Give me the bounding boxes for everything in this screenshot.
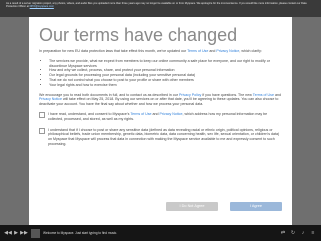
player-controls-right: ⇄ ↻ ♪ ≡ <box>279 229 317 237</box>
consent-terms-checkbox[interactable] <box>39 111 45 118</box>
changes-list: The services we provide, what we expect … <box>49 59 282 88</box>
shuffle-icon[interactable]: ⇄ <box>279 229 287 237</box>
volume-icon[interactable]: ♪ <box>299 229 307 237</box>
list-item: Your legal rights and how to exercise th… <box>49 83 282 88</box>
details-paragraph: We encourage you to read both documents … <box>39 92 281 107</box>
dpo-email-link[interactable]: DPO@myspace.com <box>30 5 54 8</box>
terms-modal: Our terms have changed In preparation fo… <box>29 17 292 241</box>
consent-sensitive-checkbox[interactable] <box>39 127 45 134</box>
consent-sensitive-row: I understand that if I choose to post or… <box>39 127 282 147</box>
intro-paragraph: In preparation for new EU data protectio… <box>39 49 262 53</box>
consent-terms-text: I have read, understand, and consent to … <box>48 111 268 121</box>
terms-of-use-link[interactable]: Terms of Use <box>253 93 274 97</box>
disagree-button[interactable]: I Do Not Agree <box>166 202 218 211</box>
terms-of-use-link[interactable]: Terms of Use <box>130 112 151 116</box>
repeat-icon[interactable]: ↻ <box>289 229 297 237</box>
modal-title: Our terms have changed <box>39 25 238 45</box>
notice-banner: As a result of a server migration projec… <box>0 0 321 17</box>
play-icon[interactable]: ▶ <box>12 229 20 237</box>
privacy-notice-link[interactable]: Privacy Notice <box>160 112 183 116</box>
agree-button[interactable]: I Agree <box>230 202 282 211</box>
track-thumbnail <box>31 228 40 238</box>
terms-of-use-link[interactable]: Terms of Use <box>187 49 208 53</box>
music-player-bar: ◀◀ ▶ ▶▶ Welcome to Myspace. Just start t… <box>0 225 321 241</box>
next-icon[interactable]: ▶▶ <box>20 229 28 237</box>
consent-sensitive-text: I understand that if I choose to post or… <box>48 127 280 146</box>
list-item: The services we provide, what we expect … <box>49 59 282 69</box>
privacy-notice-link[interactable]: Privacy Notice <box>39 97 62 101</box>
modal-actions: I Do Not Agree I Agree <box>166 202 282 211</box>
consent-terms-row: I have read, understand, and consent to … <box>39 111 282 122</box>
privacy-notice-link[interactable]: Privacy Notice <box>216 49 239 53</box>
privacy-policy-link[interactable]: Privacy Policy <box>179 93 201 97</box>
queue-icon[interactable]: ≡ <box>309 229 317 237</box>
player-message: Welcome to Myspace. Just start typing to… <box>43 231 118 235</box>
previous-icon[interactable]: ◀◀ <box>4 229 12 237</box>
